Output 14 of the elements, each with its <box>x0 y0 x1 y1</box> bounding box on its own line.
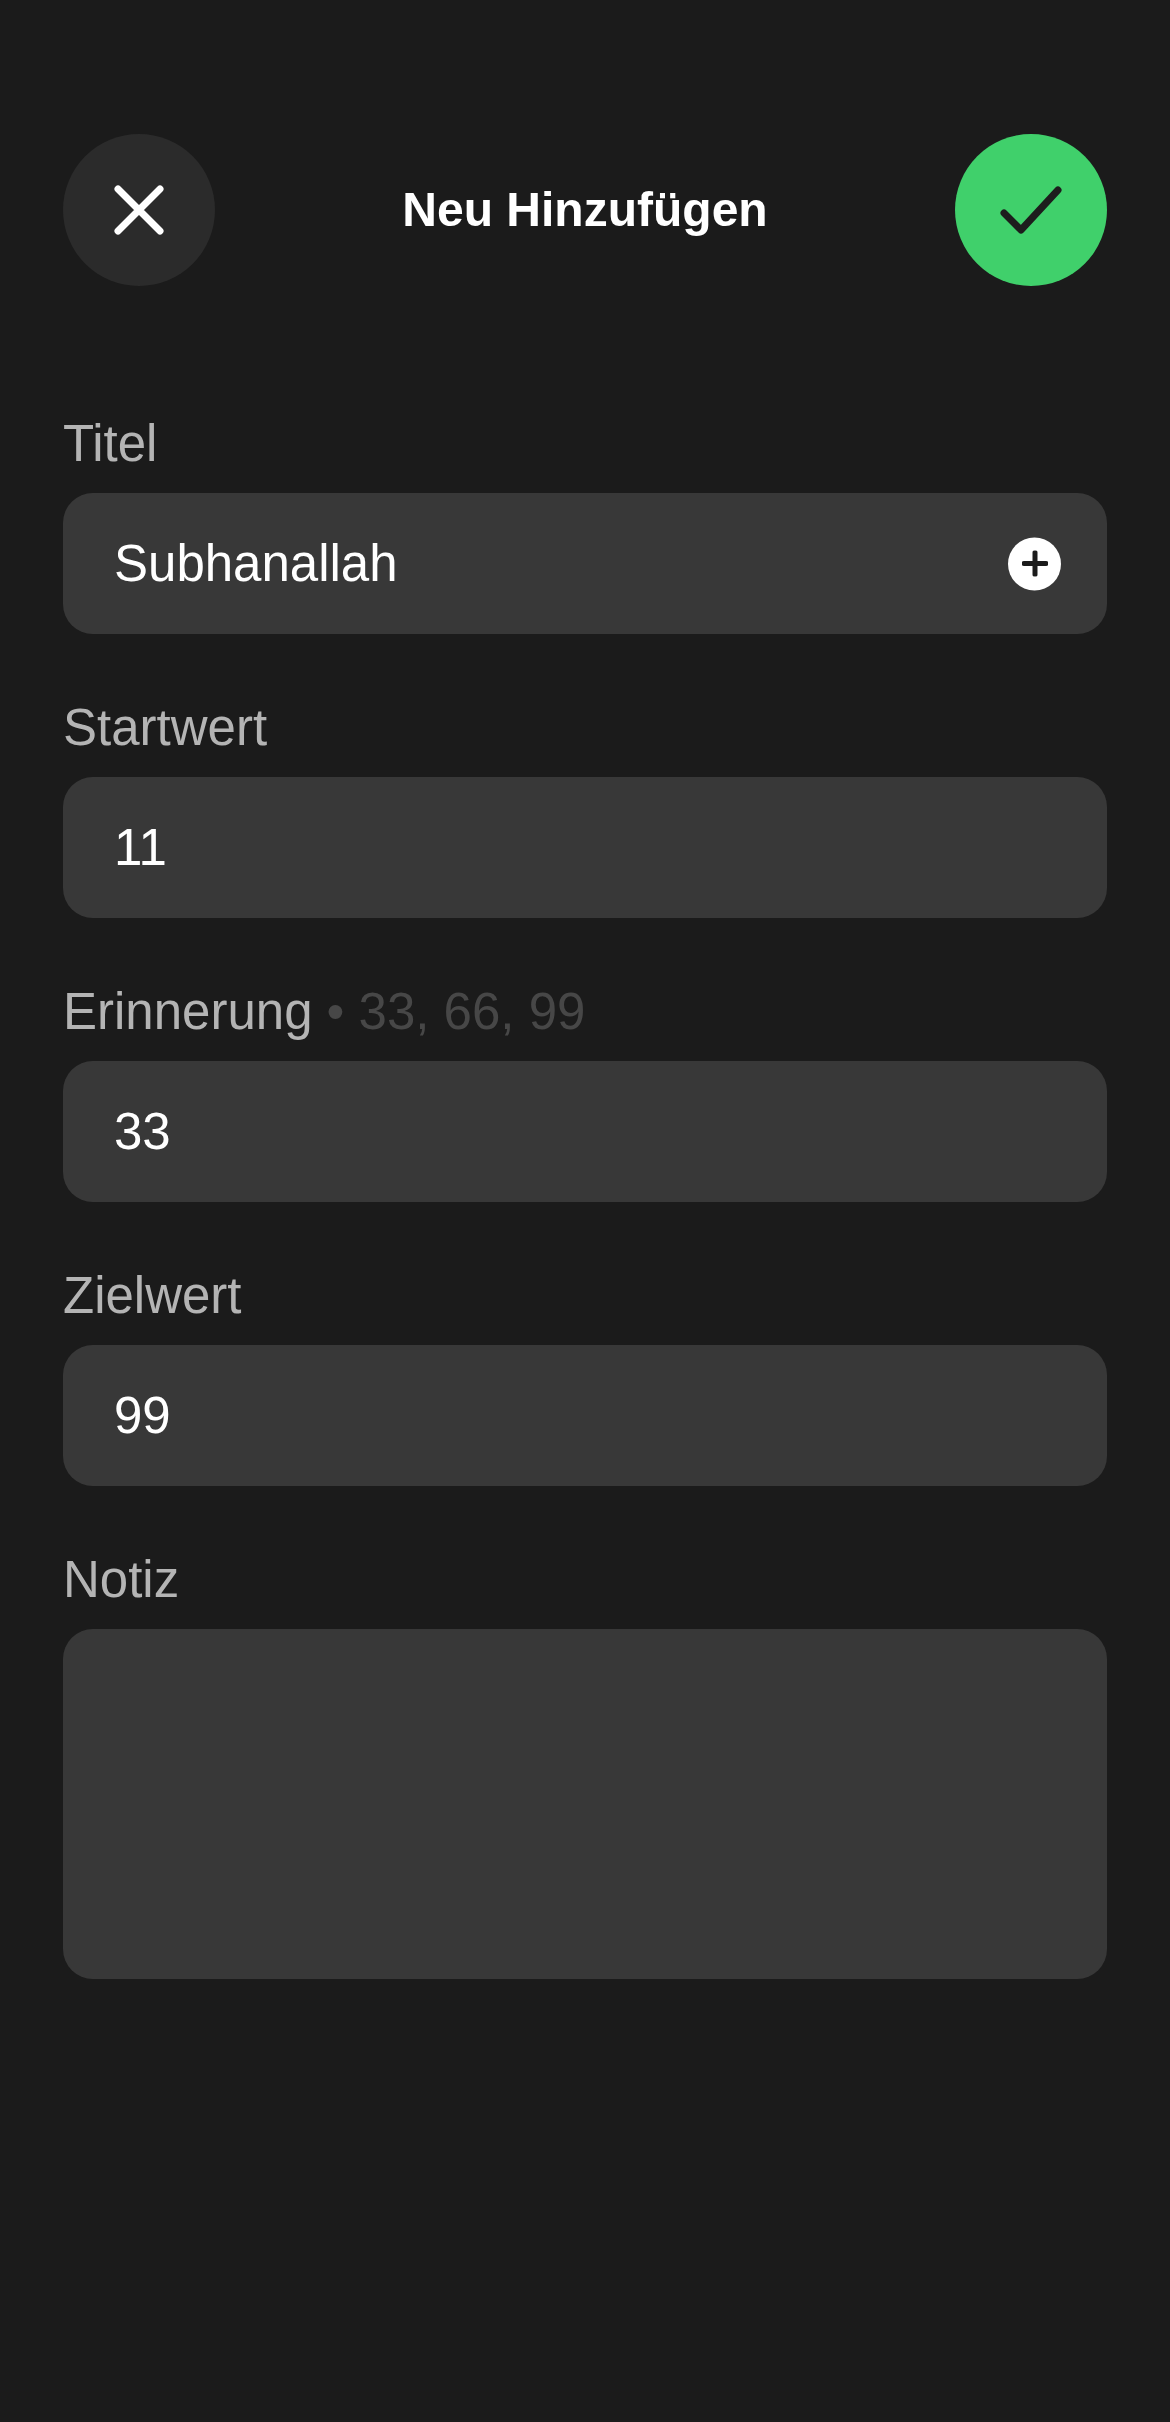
field-label: Startwert <box>63 698 268 758</box>
note-field[interactable] <box>63 1629 1107 1979</box>
number-field[interactable]: 33 <box>63 1061 1107 1202</box>
field-label: Erinnerung <box>63 982 313 1042</box>
field-label: Zielwert <box>63 1266 242 1326</box>
close-icon <box>114 185 164 235</box>
screen-title: Neu Hinzufügen <box>402 182 768 239</box>
field-label: Titel <box>63 414 158 474</box>
number-field[interactable]: 11 <box>63 777 1107 918</box>
number-field[interactable]: 99 <box>63 1345 1107 1486</box>
plus-icon <box>1021 550 1048 577</box>
check-icon <box>1000 186 1062 234</box>
text-field[interactable]: Subhanallah <box>63 493 1107 634</box>
field-label: Notiz <box>63 1550 180 1610</box>
